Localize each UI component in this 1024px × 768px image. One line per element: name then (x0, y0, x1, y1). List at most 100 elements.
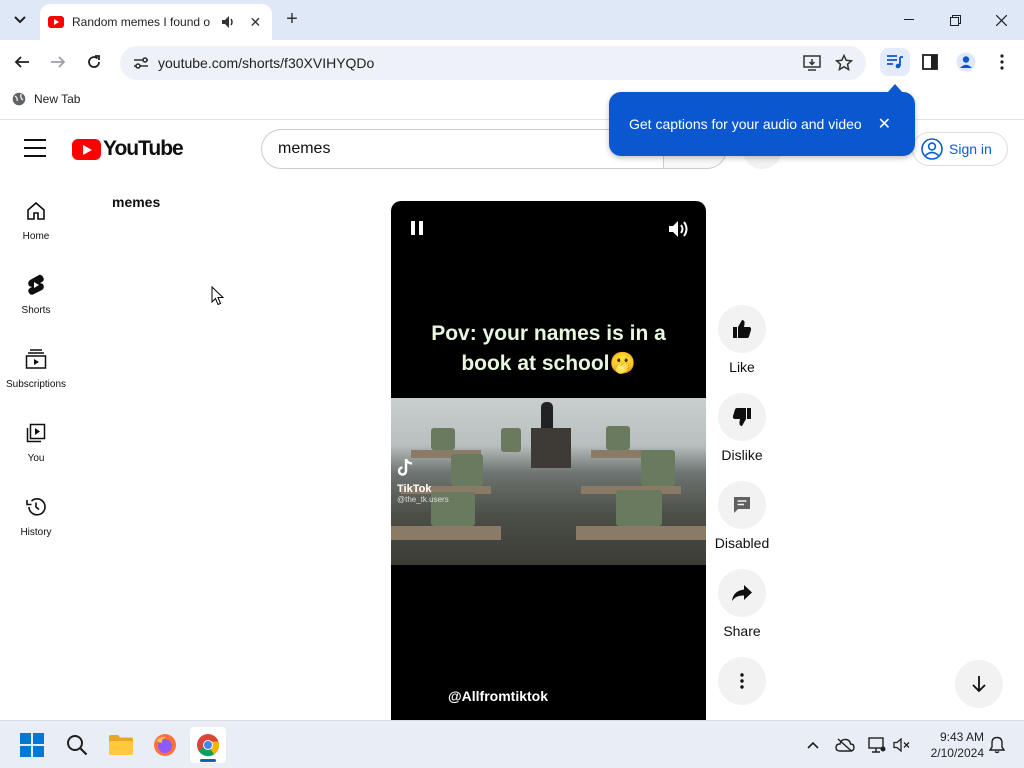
site-info-icon[interactable] (126, 56, 156, 70)
arrow-right-icon (51, 56, 66, 68)
address-bar[interactable]: youtube.com/shorts/f30XVIHYQDo (120, 46, 866, 80)
guide-item-label: History (20, 527, 52, 538)
arrow-down-icon (972, 676, 986, 693)
guide-item-you[interactable]: You (0, 415, 72, 479)
dislike-button[interactable]: Dislike (714, 393, 770, 463)
notifications-icon[interactable] (987, 735, 1007, 755)
youtube-logo-text: YouTube (103, 137, 184, 160)
active-tab[interactable]: Random memes I found on ✕ (40, 4, 272, 40)
video-chair (501, 428, 521, 452)
guide-item-subscriptions[interactable]: Subscriptions (0, 341, 72, 405)
guide-item-label: Home (22, 231, 50, 242)
guide-item-home[interactable]: Home (0, 193, 72, 257)
side-panel-button[interactable] (916, 48, 944, 76)
video-chair (616, 490, 662, 526)
like-button[interactable]: Like (714, 305, 770, 375)
video-caption-line: Pov: your names is in a (431, 322, 666, 345)
channel-handle-link[interactable]: @Allfromtiktok (448, 688, 548, 704)
thumbs-up-icon (718, 305, 766, 353)
sign-in-button[interactable]: Sign in (912, 132, 1008, 166)
thumbs-down-icon (718, 393, 766, 441)
tab-audio-icon[interactable] (219, 13, 236, 31)
guide-item-label: You (27, 453, 45, 464)
guide-item-shorts[interactable]: Shorts (0, 267, 72, 331)
tab-close-icon[interactable]: ✕ (247, 13, 264, 31)
tiktok-watermark-user: @the_tk.users (397, 495, 449, 504)
restore-icon (949, 14, 961, 26)
minimize-button[interactable] (886, 0, 932, 40)
you-icon (24, 421, 48, 445)
video-figure (541, 402, 553, 428)
comments-button[interactable]: Disabled (714, 481, 770, 551)
firefox-button[interactable] (147, 727, 183, 763)
chrome-icon (197, 734, 220, 757)
bookmark-new-tab[interactable]: New Tab (12, 92, 80, 106)
close-icon[interactable]: ✕ (878, 114, 891, 134)
globe-icon (12, 92, 26, 106)
profile-button[interactable] (952, 48, 980, 76)
video-desk (576, 526, 706, 540)
reload-button[interactable] (80, 48, 108, 76)
video-chair (431, 428, 455, 450)
search-icon (67, 735, 88, 756)
folder-icon (109, 735, 133, 755)
chrome-menu-button[interactable] (988, 48, 1016, 76)
live-captions-popup: Get captions for your audio and video ✕ (609, 84, 915, 156)
video-podium (531, 428, 571, 468)
youtube-play-logo-icon (72, 138, 101, 160)
chrome-button[interactable] (190, 727, 226, 763)
bookmark-star-icon[interactable] (834, 53, 854, 73)
comments-icon (718, 481, 766, 529)
network-icon[interactable] (867, 735, 887, 755)
more-vert-icon (718, 657, 766, 705)
guide-item-label: Shorts (21, 305, 51, 316)
windows-taskbar: 9:43 AM 2/10/2024 (0, 720, 1024, 768)
system-clock[interactable]: 9:43 AM 2/10/2024 (918, 729, 984, 761)
shorts-player[interactable]: Pov: your names is in a book at school🫢 … (391, 201, 706, 721)
close-icon (995, 14, 1007, 26)
file-explorer-button[interactable] (103, 727, 139, 763)
home-icon (24, 199, 48, 223)
chevron-down-icon (14, 16, 26, 24)
tab-search-button[interactable] (8, 8, 32, 32)
restore-button[interactable] (932, 0, 978, 40)
search-button[interactable] (59, 727, 95, 763)
video-chair (606, 426, 630, 450)
bookmark-label: New Tab (34, 92, 81, 106)
youtube-logo[interactable]: YouTube (72, 137, 184, 161)
video-chair (451, 454, 483, 486)
chevron-up-icon (807, 741, 819, 749)
search-query-label: memes (112, 194, 161, 210)
share-button[interactable]: Share (714, 569, 770, 639)
close-window-button[interactable] (978, 0, 1024, 40)
more-actions-button[interactable] (714, 657, 770, 705)
show-hidden-icons-button[interactable] (803, 735, 823, 755)
back-button[interactable] (8, 48, 36, 76)
action-label: Share (723, 623, 761, 639)
new-tab-button[interactable]: + (280, 8, 304, 32)
guide-item-history[interactable]: History (0, 489, 72, 553)
clock-date: 2/10/2024 (930, 746, 984, 760)
search-input[interactable]: memes (261, 129, 663, 169)
video-frame-classroom: TikTok @the_tk.users (391, 398, 706, 565)
volume-icon[interactable] (668, 219, 690, 244)
history-icon (24, 495, 48, 519)
start-button[interactable] (14, 727, 50, 763)
queue-music-icon (887, 55, 903, 69)
tiktok-logo-icon (397, 458, 413, 476)
hamburger-menu-icon[interactable] (24, 139, 46, 157)
mouse-cursor-icon (211, 285, 225, 311)
pause-icon[interactable] (411, 221, 427, 237)
media-controls-button[interactable] (880, 48, 910, 76)
next-short-button[interactable] (955, 660, 1003, 708)
guide-item-label: Subscriptions (5, 379, 67, 390)
firefox-icon (154, 734, 176, 756)
video-caption-line: book at school🫢 (461, 352, 636, 375)
install-app-icon[interactable] (802, 53, 822, 73)
tiktok-watermark-name: TikTok (397, 483, 432, 495)
onedrive-icon[interactable] (835, 735, 855, 755)
volume-muted-icon[interactable] (892, 735, 912, 755)
side-panel-icon (922, 54, 938, 70)
profile-icon (956, 52, 976, 72)
forward-button[interactable] (44, 48, 72, 76)
